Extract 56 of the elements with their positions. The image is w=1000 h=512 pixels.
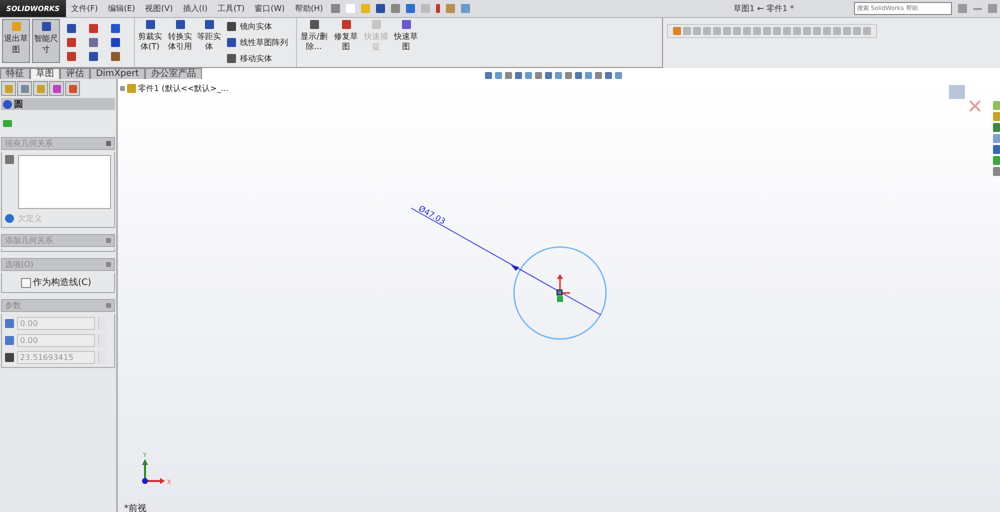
tool-button[interactable]: 修复草图 <box>331 18 361 67</box>
spin-button[interactable] <box>98 351 106 364</box>
tool-icon <box>402 20 410 29</box>
spin-button[interactable] <box>98 334 106 347</box>
menu-item[interactable]: 帮助(H) <box>290 3 328 14</box>
sketch-button[interactable]: 退出草图 <box>2 19 30 63</box>
tool-icon <box>342 20 350 29</box>
panel-tab[interactable] <box>65 81 80 96</box>
minimize-icon[interactable] <box>973 8 982 10</box>
sketch-button[interactable]: 智能尺寸 <box>32 19 60 63</box>
tab[interactable]: 草图 <box>30 68 60 79</box>
tool-button[interactable]: 等距实体 <box>195 18 223 67</box>
tool-button[interactable]: 剪裁实体(T) <box>135 18 165 67</box>
section-title: 选项(O) <box>5 259 34 270</box>
section-title: 现有几何关系 <box>5 138 53 149</box>
section-title: 参数 <box>5 300 21 311</box>
tool-icon <box>176 20 184 29</box>
panel-tab[interactable] <box>17 81 32 96</box>
status-text: 欠定义 <box>18 213 42 224</box>
tool-button[interactable]: 镜向实体 <box>227 20 288 32</box>
tool-icon <box>372 20 380 29</box>
panel-tab[interactable] <box>49 81 64 96</box>
tool-icon <box>146 20 154 29</box>
tool-icon <box>204 20 214 29</box>
coincident-icon <box>557 296 563 302</box>
menu-item[interactable]: 文件(F) <box>66 3 103 14</box>
tab[interactable]: 评估 <box>60 68 90 79</box>
axis-triad-drawing <box>142 459 165 484</box>
tool-icon <box>310 20 318 29</box>
tab[interactable]: DimXpert <box>90 68 145 79</box>
tool-button[interactable]: 显示/删除... <box>297 18 331 67</box>
tool-button[interactable]: 线性草图阵列 <box>227 36 288 48</box>
close-icon[interactable] <box>969 100 981 112</box>
panel-tab[interactable] <box>1 81 16 96</box>
view-name: *前视 <box>124 502 146 512</box>
panel-tab[interactable] <box>33 81 48 96</box>
tab[interactable]: 办公室产品 <box>144 68 202 79</box>
menu-item[interactable]: 编辑(E) <box>102 3 140 14</box>
menu-item[interactable]: 插入(I) <box>178 3 212 14</box>
menu-item[interactable]: 窗口(W) <box>250 3 290 14</box>
tab[interactable]: 特征 <box>0 68 30 79</box>
document-title: 草图1 ← 零件1 * <box>733 3 794 14</box>
circle-icon <box>3 100 12 108</box>
relations-list[interactable] <box>18 155 111 209</box>
section-title: 添加几何关系 <box>5 235 53 246</box>
menu-item[interactable]: 视图(V) <box>140 3 178 14</box>
tree-item[interactable]: 零件1 (默认<<默认>_... <box>138 83 228 94</box>
panel-title: 圆 <box>14 98 23 110</box>
spin-button[interactable] <box>98 317 106 330</box>
origin-marker-icon <box>556 274 570 296</box>
menu-item[interactable]: 工具(T) <box>212 3 250 14</box>
tool-button[interactable]: 转换实体引用 <box>165 18 195 67</box>
checkbox-label: 作为构造线(C) <box>33 276 92 289</box>
tool-button[interactable]: 移动实体 <box>227 53 288 64</box>
checkbox[interactable] <box>21 278 31 288</box>
tool-button[interactable]: 快速草图 <box>391 18 421 67</box>
